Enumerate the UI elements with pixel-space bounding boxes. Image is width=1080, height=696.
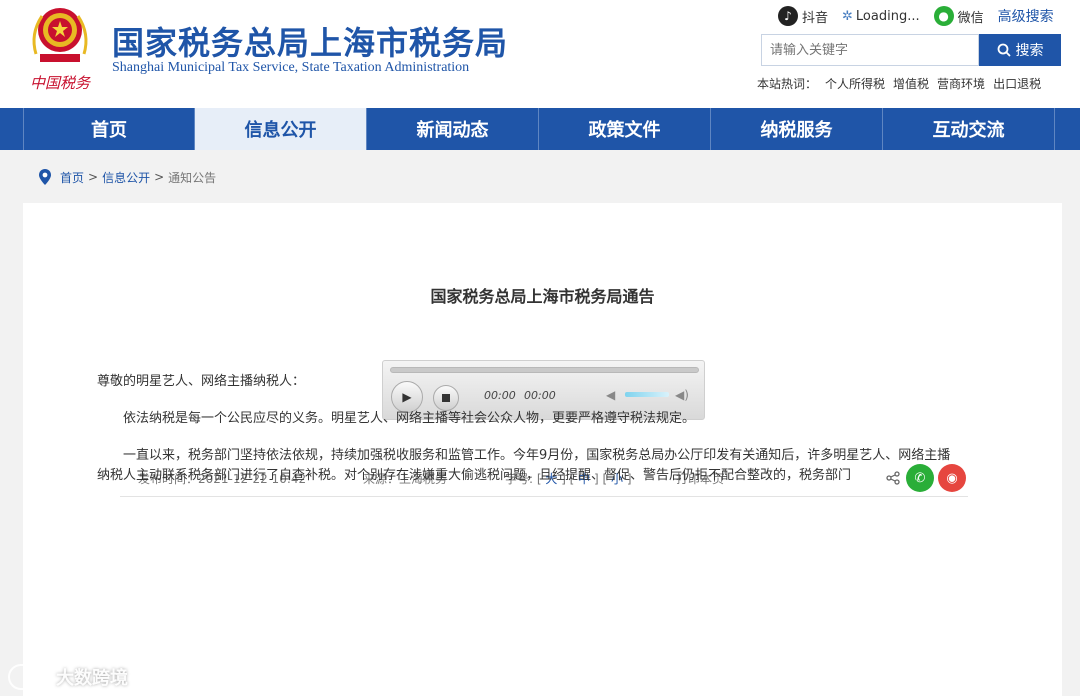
site-header: 中国税务 国家税务总局上海市税务局 Shanghai Municipal Tax… — [0, 0, 1080, 108]
hotword-item[interactable]: 营商环境 — [937, 75, 985, 92]
site-subtitle: Shanghai Municipal Tax Service, State Ta… — [112, 60, 470, 75]
tax-emblem-logo[interactable]: 中国税务 — [26, 4, 94, 94]
nav-item-home[interactable]: 首页 — [23, 108, 195, 150]
search-button[interactable]: 搜索 — [979, 34, 1061, 66]
hotword-item[interactable]: 个人所得税 — [825, 75, 885, 92]
hotword-item[interactable]: 出口退税 — [993, 75, 1041, 92]
breadcrumb-section[interactable]: 信息公开 — [102, 169, 150, 186]
hotword-item[interactable]: 增值税 — [893, 75, 929, 92]
nav-item-news[interactable]: 新闻动态 — [367, 108, 539, 150]
svg-text:中国税务: 中国税务 — [30, 74, 92, 92]
loading-label: Loading... — [855, 8, 920, 24]
breadcrumb-home[interactable]: 首页 — [60, 169, 84, 186]
watermark-text: 大数跨境 — [56, 668, 128, 689]
breadcrumb: 首页 > 信息公开 > 通知公告 — [38, 168, 216, 186]
wechat-icon: ● — [933, 6, 954, 26]
watermark: 大数跨境 — [8, 664, 128, 690]
article-body: 尊敬的明星艺人、网络主播纳税人： 依法纳税是每一个公民应尽的义务。明星艺人、网络… — [97, 372, 957, 503]
hotwords: 本站热词： 个人所得税 增值税 营商环境 出口退税 — [757, 75, 1049, 92]
douyin-link[interactable]: ♪ 抖音 — [778, 6, 828, 26]
article-paragraph: 依法纳税是每一个公民应尽的义务。明星艺人、网络主播等社会公众人物，更要严格遵守税… — [123, 411, 696, 426]
wechat-link[interactable]: ● 微信 — [933, 6, 984, 26]
article-paragraph: 一直以来，税务部门坚持依法依规，持续加强税收服务和监管工作。今年9月份，国家税务… — [97, 448, 951, 483]
nav-item-policy[interactable]: 政策文件 — [539, 108, 711, 150]
article-title: 国家税务总局上海市税务局通告 — [430, 287, 655, 306]
top-links: ♪ 抖音 ✲ Loading... ● 微信 高级搜索 — [778, 4, 1054, 28]
wechat-label: 微信 — [957, 10, 984, 26]
douyin-icon: ♪ — [778, 6, 798, 26]
nav-item-info-disclosure[interactable]: 信息公开 — [195, 108, 367, 150]
search-button-label: 搜索 — [1015, 42, 1044, 58]
search-icon — [997, 43, 1011, 57]
search-input[interactable] — [761, 34, 979, 66]
douyin-label: 抖音 — [802, 10, 829, 26]
loading-link[interactable]: ✲ Loading... — [842, 9, 920, 24]
breadcrumb-current: 通知公告 — [168, 170, 217, 185]
hotwords-label: 本站热词： — [757, 77, 818, 91]
breadcrumb-separator: > — [154, 170, 165, 184]
watermark-logo-icon — [8, 664, 50, 690]
breadcrumb-separator: > — [88, 170, 99, 184]
advanced-search-link[interactable]: 高级搜索 — [998, 6, 1054, 26]
nav-item-interaction[interactable]: 互动交流 — [883, 108, 1055, 150]
loading-spinner-icon: ✲ — [842, 8, 853, 24]
nav-item-tax-service[interactable]: 纳税服务 — [711, 108, 883, 150]
article-greeting: 尊敬的明星艺人、网络主播纳税人： — [97, 374, 306, 389]
site-title[interactable]: 国家税务总局上海市税务局 — [112, 18, 508, 64]
main-nav: 首页 信息公开 新闻动态 政策文件 纳税服务 互动交流 — [0, 108, 1080, 150]
location-pin-icon — [39, 169, 51, 185]
